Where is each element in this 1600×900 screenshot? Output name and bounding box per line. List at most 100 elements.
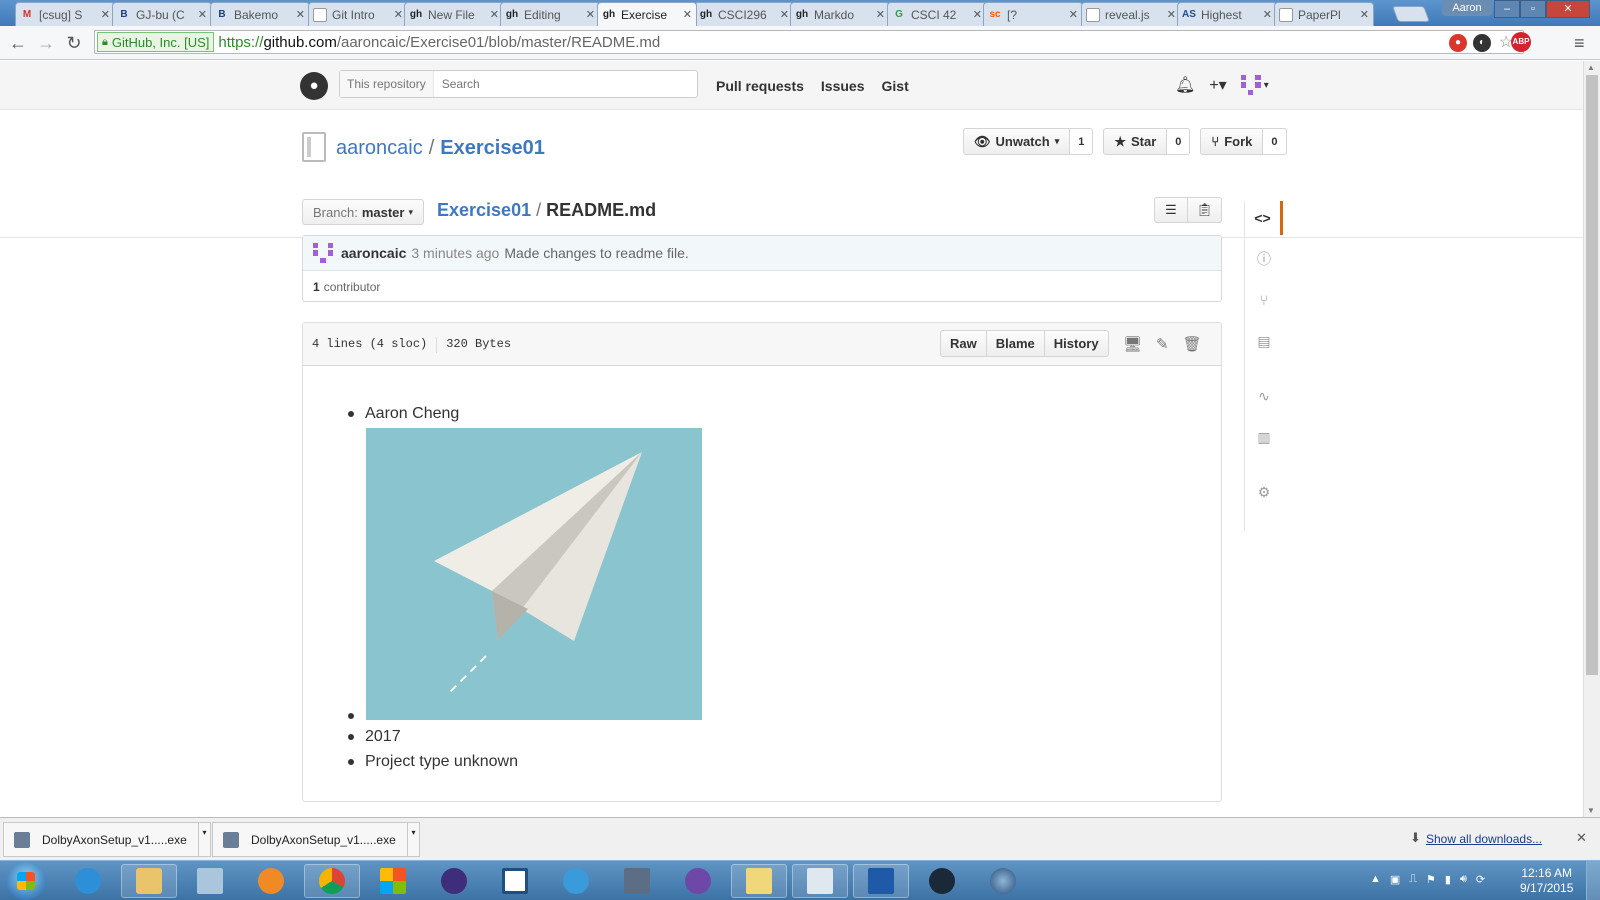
browser-tab[interactable]: B Bakemo ✕	[210, 2, 310, 26]
commit-message-link[interactable]: Made changes to readme file.	[504, 245, 688, 261]
raw-button[interactable]: Raw	[940, 330, 987, 357]
sync-icon[interactable]: ⟳	[1476, 873, 1485, 886]
history-button[interactable]: History	[1044, 330, 1109, 357]
close-icon[interactable]: ✕	[1576, 830, 1587, 846]
usb-icon[interactable]: ⎍	[1409, 873, 1417, 886]
file-explorer-icon[interactable]	[121, 864, 177, 898]
close-icon[interactable]: ✕	[296, 8, 305, 21]
star-count[interactable]: 0	[1167, 128, 1191, 155]
snipping-tool-icon[interactable]	[792, 864, 848, 898]
browser-tab[interactable]: sc [? ✕	[983, 2, 1083, 26]
forward-arrow-icon[interactable]: →	[34, 31, 58, 55]
close-icon[interactable]: ✕	[1069, 8, 1078, 21]
chrome-menu-icon[interactable]: ≡	[1574, 33, 1585, 54]
browser-tab[interactable]: gh New File ✕	[404, 2, 504, 26]
show-desktop-button[interactable]	[1586, 861, 1600, 900]
k-app-icon[interactable]	[548, 864, 604, 898]
notepad-icon[interactable]	[182, 864, 238, 898]
graphs-icon[interactable]: ▥	[1245, 420, 1283, 454]
page-scrollbar[interactable]: ▲ ▼	[1583, 61, 1600, 817]
extension-icon[interactable]: ◐	[1473, 34, 1491, 52]
network-icon[interactable]	[609, 864, 665, 898]
wifi-signal-icon[interactable]: ▮	[1445, 873, 1451, 886]
back-arrow-icon[interactable]: ←	[6, 31, 30, 55]
browser-tab[interactable]: M [csug] S ✕	[15, 2, 115, 26]
unwatch-button[interactable]: 👁︎ Unwatch ▾	[963, 128, 1071, 155]
star-button[interactable]: ★ Star	[1103, 128, 1168, 155]
close-icon[interactable]: ✕	[394, 8, 403, 21]
repo-owner-link[interactable]: aaroncaic	[336, 137, 423, 159]
browser-tab[interactable]: G CSCI 42 ✕	[887, 2, 987, 26]
settings-gear-icon[interactable]: ⚙	[1245, 475, 1283, 509]
close-window-button[interactable]: ✕	[1546, 0, 1590, 18]
branch-selector[interactable]: Branch: master ▾	[302, 199, 424, 225]
scroll-down-icon[interactable]: ▼	[1587, 806, 1595, 815]
tray-app-icon[interactable]: ▣	[1390, 873, 1400, 886]
close-icon[interactable]: ✕	[1167, 8, 1176, 21]
new-tab-button[interactable]	[1392, 6, 1430, 22]
internet-explorer-icon[interactable]	[60, 864, 116, 898]
github-logo-icon[interactable]: ●	[300, 72, 328, 100]
code-icon[interactable]: <>	[1245, 201, 1283, 235]
address-bar[interactable]: 🔒︎ GitHub, Inc. [US] https:// github.com…	[94, 30, 1524, 54]
app-icon[interactable]	[487, 864, 543, 898]
commit-author-link[interactable]: aaroncaic	[341, 245, 406, 261]
blame-button[interactable]: Blame	[986, 330, 1045, 357]
close-icon[interactable]: ✕	[586, 8, 595, 21]
adblock-icon[interactable]: ABP	[1511, 32, 1531, 52]
breadcrumb-root-link[interactable]: Exercise01	[437, 200, 531, 220]
close-icon[interactable]: ✕	[876, 8, 885, 21]
folder-icon[interactable]	[731, 864, 787, 898]
nav-pull-requests[interactable]: Pull requests	[716, 78, 804, 94]
close-icon[interactable]: ✕	[683, 8, 692, 21]
chevron-down-icon[interactable]: ▾	[407, 823, 419, 856]
chevron-down-icon[interactable]: ▾	[198, 823, 210, 856]
volume-icon[interactable]: 🔊︎	[1460, 873, 1467, 886]
github-desktop-icon[interactable]	[670, 864, 726, 898]
search-box[interactable]: This repository	[339, 70, 698, 98]
scrollbar-thumb[interactable]	[1586, 75, 1598, 675]
pencil-icon[interactable]: ✎	[1156, 335, 1169, 353]
globe-icon[interactable]	[975, 864, 1031, 898]
paper-plane-image[interactable]	[366, 428, 702, 720]
eclipse-icon[interactable]	[426, 864, 482, 898]
close-icon[interactable]: ✕	[780, 8, 789, 21]
browser-tab[interactable]: PaperPl ✕	[1274, 2, 1374, 26]
close-icon[interactable]: ✕	[198, 8, 207, 21]
browser-tab[interactable]: gh Markdo ✕	[790, 2, 890, 26]
create-new-icon[interactable]: +▾	[1209, 75, 1226, 95]
search-input[interactable]	[441, 77, 682, 91]
start-button[interactable]	[6, 862, 46, 900]
flag-icon[interactable]: ⚑	[1426, 873, 1436, 886]
close-icon[interactable]: ✕	[490, 8, 499, 21]
scroll-up-icon[interactable]: ▲	[1587, 63, 1595, 72]
trash-icon[interactable]: 🗑︎	[1183, 335, 1202, 353]
pull-request-icon[interactable]: ⑂	[1245, 283, 1283, 317]
powershell-icon[interactable]	[853, 864, 909, 898]
browser-tab[interactable]: B GJ-bu (C ✕	[112, 2, 212, 26]
issues-icon[interactable]: ⓘ	[1245, 242, 1283, 276]
browser-tab[interactable]: gh Editing ✕	[500, 2, 600, 26]
nav-gist[interactable]: Gist	[882, 78, 909, 94]
minimize-button[interactable]: –	[1494, 0, 1520, 18]
maximize-button[interactable]: ▫	[1520, 0, 1546, 18]
taskbar-clock[interactable]: 12:16 AM 9/17/2015	[1520, 866, 1573, 896]
browser-tab[interactable]: gh Exercise ✕	[597, 2, 697, 26]
close-icon[interactable]: ✕	[101, 8, 110, 21]
reload-icon[interactable]: ↻	[62, 31, 86, 55]
browser-tab[interactable]: Git Intro ✕	[308, 2, 408, 26]
download-item[interactable]: DolbyAxonSetup_v1.....exe ▾	[212, 822, 420, 857]
desktop-icon[interactable]: 🖥︎	[1123, 335, 1142, 353]
chrome-icon[interactable]	[304, 864, 360, 898]
steam-icon[interactable]	[914, 864, 970, 898]
profile-button[interactable]: Aaron	[1442, 0, 1492, 16]
notification-bell-icon[interactable]: 🔔︎	[1175, 75, 1195, 95]
watch-count[interactable]: 1	[1070, 128, 1094, 155]
media-player-icon[interactable]	[243, 864, 299, 898]
pulse-icon[interactable]: ∿	[1245, 379, 1283, 413]
browser-tab[interactable]: gh CSCI296 ✕	[694, 2, 794, 26]
show-all-downloads-link[interactable]: Show all downloads...	[1426, 832, 1542, 846]
list-icon[interactable]: ☰	[1154, 197, 1188, 223]
repo-name-link[interactable]: Exercise01	[440, 137, 545, 159]
extension-icon[interactable]: ●	[1449, 34, 1467, 52]
